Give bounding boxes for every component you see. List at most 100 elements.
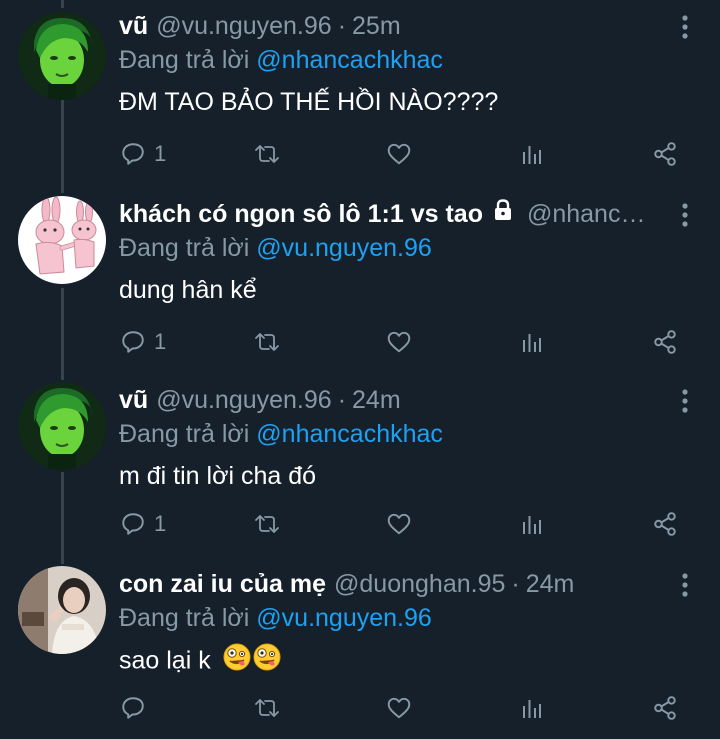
handle[interactable]: @vu.nguyen.96	[156, 382, 332, 418]
like-button[interactable]	[386, 136, 412, 172]
tweet[interactable]: vũ @vu.nguyen.96 · 24m Đang trả lời @nha…	[0, 382, 720, 562]
tweet-header: khách có ngon sô lô 1:1 vs tao @nhanc…	[119, 196, 660, 232]
avatar[interactable]	[18, 12, 106, 100]
reply-prefix: Đang trả lời	[119, 234, 250, 262]
more-icon[interactable]	[680, 388, 690, 414]
analytics-button[interactable]	[520, 506, 544, 542]
display-name[interactable]: khách có ngon sô lô 1:1 vs tao	[119, 196, 483, 232]
handle[interactable]: @duonghan.95	[334, 566, 505, 602]
analytics-icon	[520, 330, 544, 354]
like-button[interactable]	[386, 324, 412, 360]
tweet-text: m đi tin lời cha đó	[119, 462, 317, 490]
zany-face-icon	[222, 642, 252, 682]
zany-face-icon	[252, 642, 282, 682]
more-icon[interactable]	[680, 14, 690, 40]
handle[interactable]: @vu.nguyen.96	[156, 8, 332, 44]
timestamp[interactable]: 25m	[352, 8, 401, 44]
more-icon[interactable]	[680, 572, 690, 598]
mention-link[interactable]: @nhancachkhac	[256, 420, 443, 448]
reply-button[interactable]	[120, 690, 154, 726]
reply-count: 1	[154, 141, 167, 166]
lock-icon	[491, 196, 515, 232]
like-icon	[386, 695, 412, 721]
reply-context: Đang trả lời @vu.nguyen.96	[119, 231, 432, 265]
separator: ·	[337, 386, 347, 414]
tweet-header: con zai iu của mẹ @duonghan.95 · 24m	[119, 566, 660, 602]
like-icon	[386, 329, 412, 355]
retweet-button[interactable]	[252, 324, 282, 360]
avatar-image	[18, 566, 106, 654]
reply-context: Đang trả lời @vu.nguyen.96	[119, 601, 432, 635]
like-button[interactable]	[386, 506, 412, 542]
reply-prefix: Đang trả lời	[119, 46, 250, 74]
reply-icon	[120, 329, 146, 355]
share-button[interactable]	[652, 506, 678, 542]
timestamp[interactable]: 24m	[526, 566, 575, 602]
analytics-icon	[520, 512, 544, 536]
retweet-button[interactable]	[252, 690, 282, 726]
analytics-icon	[520, 696, 544, 720]
share-button[interactable]	[652, 324, 678, 360]
share-icon	[652, 141, 678, 167]
like-icon	[386, 511, 412, 537]
reply-icon	[120, 695, 146, 721]
separator: ·	[337, 12, 347, 40]
thread-line	[61, 0, 64, 8]
reply-button[interactable]: 1	[120, 136, 166, 172]
tweet[interactable]: khách có ngon sô lô 1:1 vs tao @nhanc… Đ…	[0, 196, 720, 376]
retweet-icon	[252, 511, 282, 537]
analytics-button[interactable]	[520, 136, 544, 172]
display-name[interactable]: con zai iu của mẹ	[119, 566, 326, 602]
retweet-button[interactable]	[252, 506, 282, 542]
tweet-text: sao lại k	[119, 642, 282, 682]
action-bar: 1	[0, 324, 720, 360]
analytics-icon	[520, 142, 544, 166]
reply-count: 1	[154, 329, 167, 354]
like-icon	[386, 141, 412, 167]
mention-link[interactable]: @vu.nguyen.96	[256, 604, 432, 632]
avatar[interactable]	[18, 566, 106, 654]
tweet-header: vũ @vu.nguyen.96 · 24m	[119, 382, 660, 418]
reply-context: Đang trả lời @nhancachkhac	[119, 43, 443, 77]
action-bar	[0, 690, 720, 726]
action-bar: 1	[0, 506, 720, 542]
retweet-icon	[252, 695, 282, 721]
avatar-image	[18, 382, 106, 470]
tweet[interactable]: con zai iu của mẹ @duonghan.95 · 24m Đan…	[0, 566, 720, 739]
avatar-image	[18, 12, 106, 100]
analytics-button[interactable]	[520, 690, 544, 726]
tweet-header: vũ @vu.nguyen.96 · 25m	[119, 8, 660, 44]
share-button[interactable]	[652, 136, 678, 172]
tweet-text-content: sao lại k	[119, 646, 211, 675]
tweet[interactable]: vũ @vu.nguyen.96 · 25m Đang trả lời @nha…	[0, 8, 720, 188]
timestamp[interactable]: 24m	[352, 382, 401, 418]
analytics-button[interactable]	[520, 324, 544, 360]
reply-context: Đang trả lời @nhancachkhac	[119, 417, 443, 451]
timeline: vũ @vu.nguyen.96 · 25m Đang trả lời @nha…	[0, 0, 720, 739]
reply-button[interactable]: 1	[120, 506, 166, 542]
reply-icon	[120, 141, 146, 167]
mention-link[interactable]: @nhancachkhac	[256, 46, 443, 74]
share-icon	[652, 329, 678, 355]
action-bar: 1	[0, 136, 720, 172]
tweet-text: dung hân kể	[119, 276, 257, 304]
display-name[interactable]: vũ	[119, 382, 148, 418]
more-icon[interactable]	[680, 202, 690, 228]
handle[interactable]: @nhanc…	[527, 196, 646, 232]
reply-prefix: Đang trả lời	[119, 420, 250, 448]
avatar-image	[18, 196, 106, 284]
separator: ·	[511, 570, 520, 598]
share-button[interactable]	[652, 690, 678, 726]
reply-button[interactable]: 1	[120, 324, 166, 360]
retweet-icon	[252, 141, 282, 167]
avatar[interactable]	[18, 196, 106, 284]
tweet-text: ĐM TAO BẢO THẾ HỒI NÀO????	[119, 88, 499, 116]
retweet-button[interactable]	[252, 136, 282, 172]
retweet-icon	[252, 329, 282, 355]
mention-link[interactable]: @vu.nguyen.96	[256, 234, 432, 262]
reply-count: 1	[154, 511, 167, 536]
like-button[interactable]	[386, 690, 412, 726]
share-icon	[652, 511, 678, 537]
avatar[interactable]	[18, 382, 106, 470]
display-name[interactable]: vũ	[119, 8, 148, 44]
